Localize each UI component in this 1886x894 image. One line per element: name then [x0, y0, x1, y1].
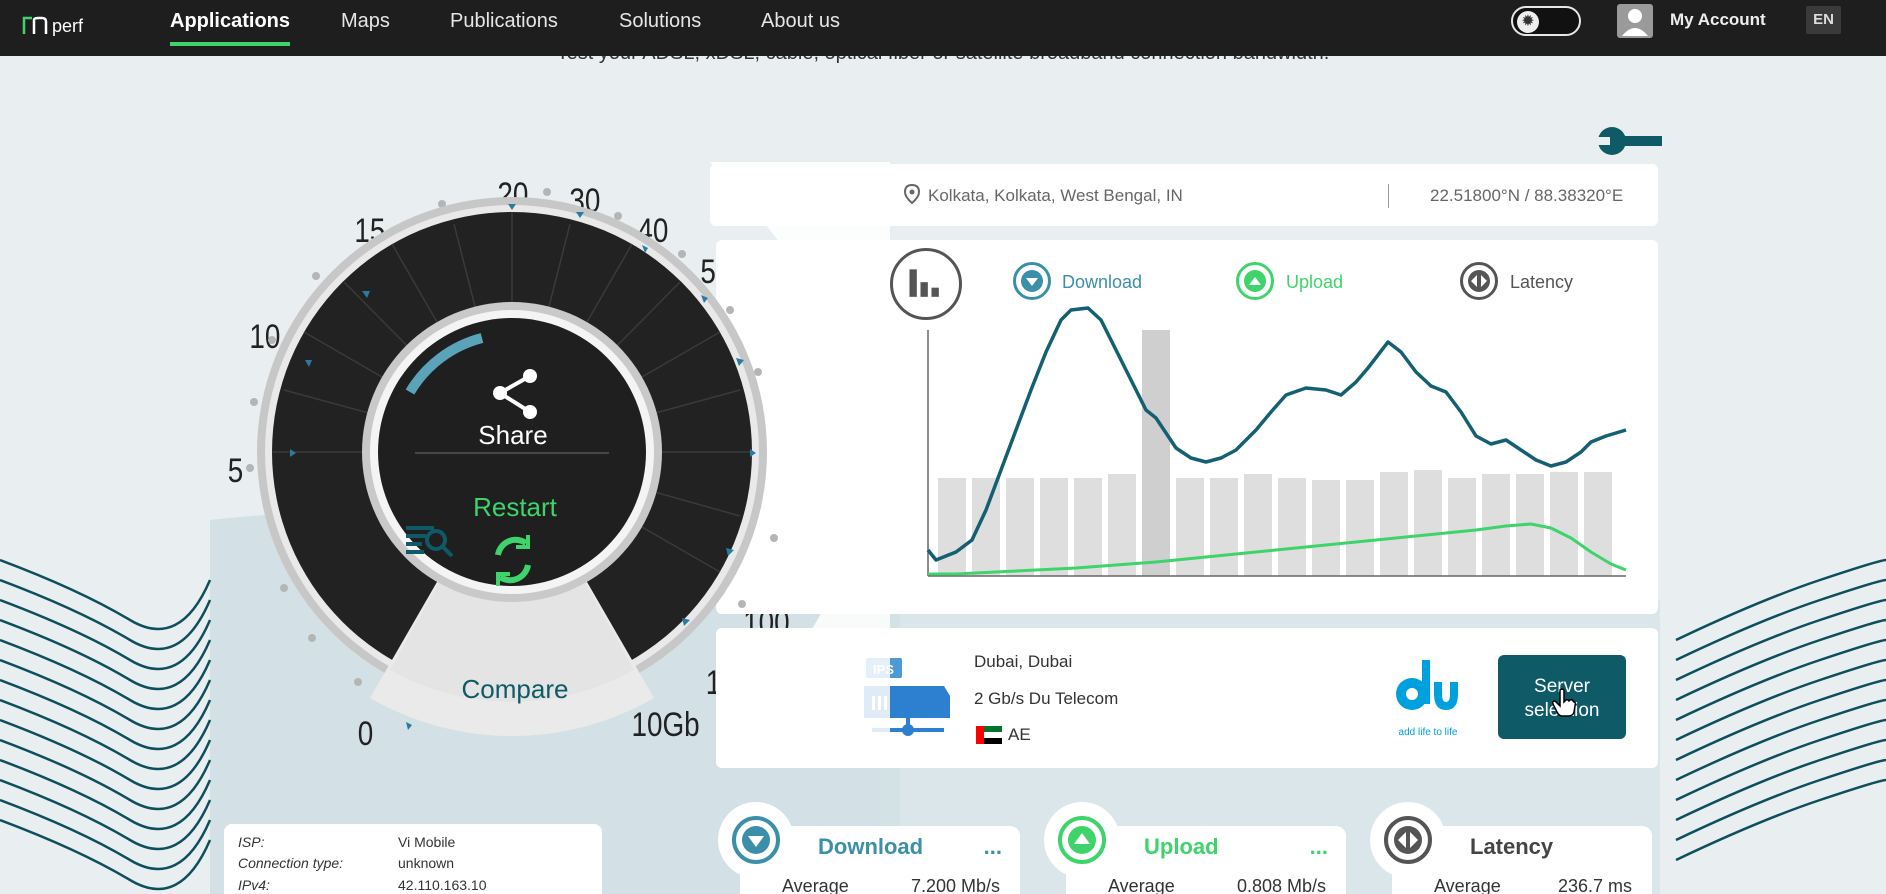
info-key-connection: Connection type: — [238, 855, 344, 871]
account-avatar-icon[interactable] — [1617, 4, 1653, 38]
nperf-logo[interactable]: perf — [20, 8, 110, 44]
chart-bar — [938, 478, 966, 576]
chart-bar — [1312, 480, 1340, 576]
du-telecom-logo: add life to life — [1388, 654, 1468, 740]
isp-info-panel: ISP: Vi Mobile Connection type: unknown … — [224, 824, 602, 894]
latency-metric-card: Latency Average 236.7 ms — [1370, 802, 1652, 894]
upload-metric-icon — [1044, 802, 1120, 878]
info-key-ipv4: IPv4: — [238, 877, 270, 893]
upload-metric-card: Upload ... Average 0.808 Mb/s — [1044, 802, 1346, 894]
download-metric-icon — [718, 802, 794, 878]
top-nav-bar: perf Applications Maps Publications Solu… — [0, 0, 1886, 56]
chart-bar — [1550, 472, 1578, 576]
speed-gauge — [246, 162, 890, 738]
chart-bar — [1414, 470, 1442, 576]
latency-metric-icon — [1370, 802, 1446, 878]
chart-bar — [1448, 478, 1476, 576]
compare-button[interactable]: Compare — [455, 674, 575, 705]
server-country: AE — [1008, 725, 1031, 744]
du-logo-mark — [1396, 660, 1458, 710]
coordinates-text: 22.51800°N / 88.38320°E — [1430, 186, 1624, 205]
chart-bar — [1074, 478, 1102, 576]
upload-metric-title: Upload — [1144, 834, 1219, 859]
chart-bar — [1380, 472, 1408, 576]
chart-bar — [1108, 474, 1136, 576]
chart-bar — [1006, 478, 1034, 576]
location-text: Kolkata, Kolkata, West Bengal, IN — [928, 186, 1183, 205]
chart-bar — [1346, 480, 1374, 576]
download-average-label: Average — [782, 876, 849, 894]
chart-bar — [1142, 330, 1170, 576]
language-selector[interactable]: EN — [1806, 6, 1841, 34]
hand-cursor-icon — [1552, 688, 1576, 717]
info-value-isp: Vi Mobile — [398, 834, 456, 850]
wrench-icon[interactable] — [1596, 125, 1662, 157]
theme-toggle[interactable]: ✹ — [1511, 6, 1581, 36]
latency-metric-title: Latency — [1470, 834, 1554, 859]
download-metric-card: Download ... Average 7.200 Mb/s — [718, 802, 1020, 894]
nav-publications[interactable]: Publications — [450, 0, 558, 56]
upload-average-label: Average — [1108, 876, 1175, 894]
nav-applications[interactable]: Applications — [170, 0, 291, 56]
latency-average-value: 236.7 ms — [1557, 876, 1632, 894]
location-divider — [1388, 184, 1389, 208]
location-pin-icon — [904, 184, 920, 204]
share-button[interactable]: Share — [478, 420, 548, 451]
latency-average-label: Average — [1434, 876, 1501, 894]
info-key-isp: ISP: — [238, 834, 265, 850]
nav-solutions[interactable]: Solutions — [619, 0, 701, 56]
du-tagline: add life to life — [1398, 727, 1458, 738]
server-provider: 2 Gb/s Du Telecom — [974, 689, 1119, 708]
download-metric-title: Download — [818, 834, 924, 859]
download-average-value: 7.200 Mb/s — [910, 876, 1000, 894]
uae-flag-icon — [976, 726, 1002, 744]
upload-more-button[interactable]: ... — [1310, 834, 1328, 860]
server-city: Dubai, Dubai — [974, 652, 1073, 671]
nav-maps[interactable]: Maps — [341, 0, 390, 56]
nav-about-us[interactable]: About us — [761, 0, 840, 56]
svg-text:perf: perf — [52, 16, 84, 36]
info-value-connection: unknown — [398, 855, 455, 871]
info-value-ipv4: 42.110.163.10 — [398, 877, 487, 893]
chart-bar — [1040, 478, 1068, 576]
chart-bar — [1176, 478, 1204, 576]
my-account-link[interactable]: My Account — [1670, 10, 1766, 30]
chart-bar — [1210, 478, 1238, 576]
sun-icon: ✹ — [1517, 11, 1539, 33]
chart-bar — [1278, 478, 1306, 576]
restart-button[interactable]: Restart — [462, 492, 568, 523]
download-more-button[interactable]: ... — [984, 834, 1002, 860]
chart-bar — [1244, 474, 1272, 576]
upload-average-value: 0.808 Mb/s — [1236, 876, 1326, 894]
